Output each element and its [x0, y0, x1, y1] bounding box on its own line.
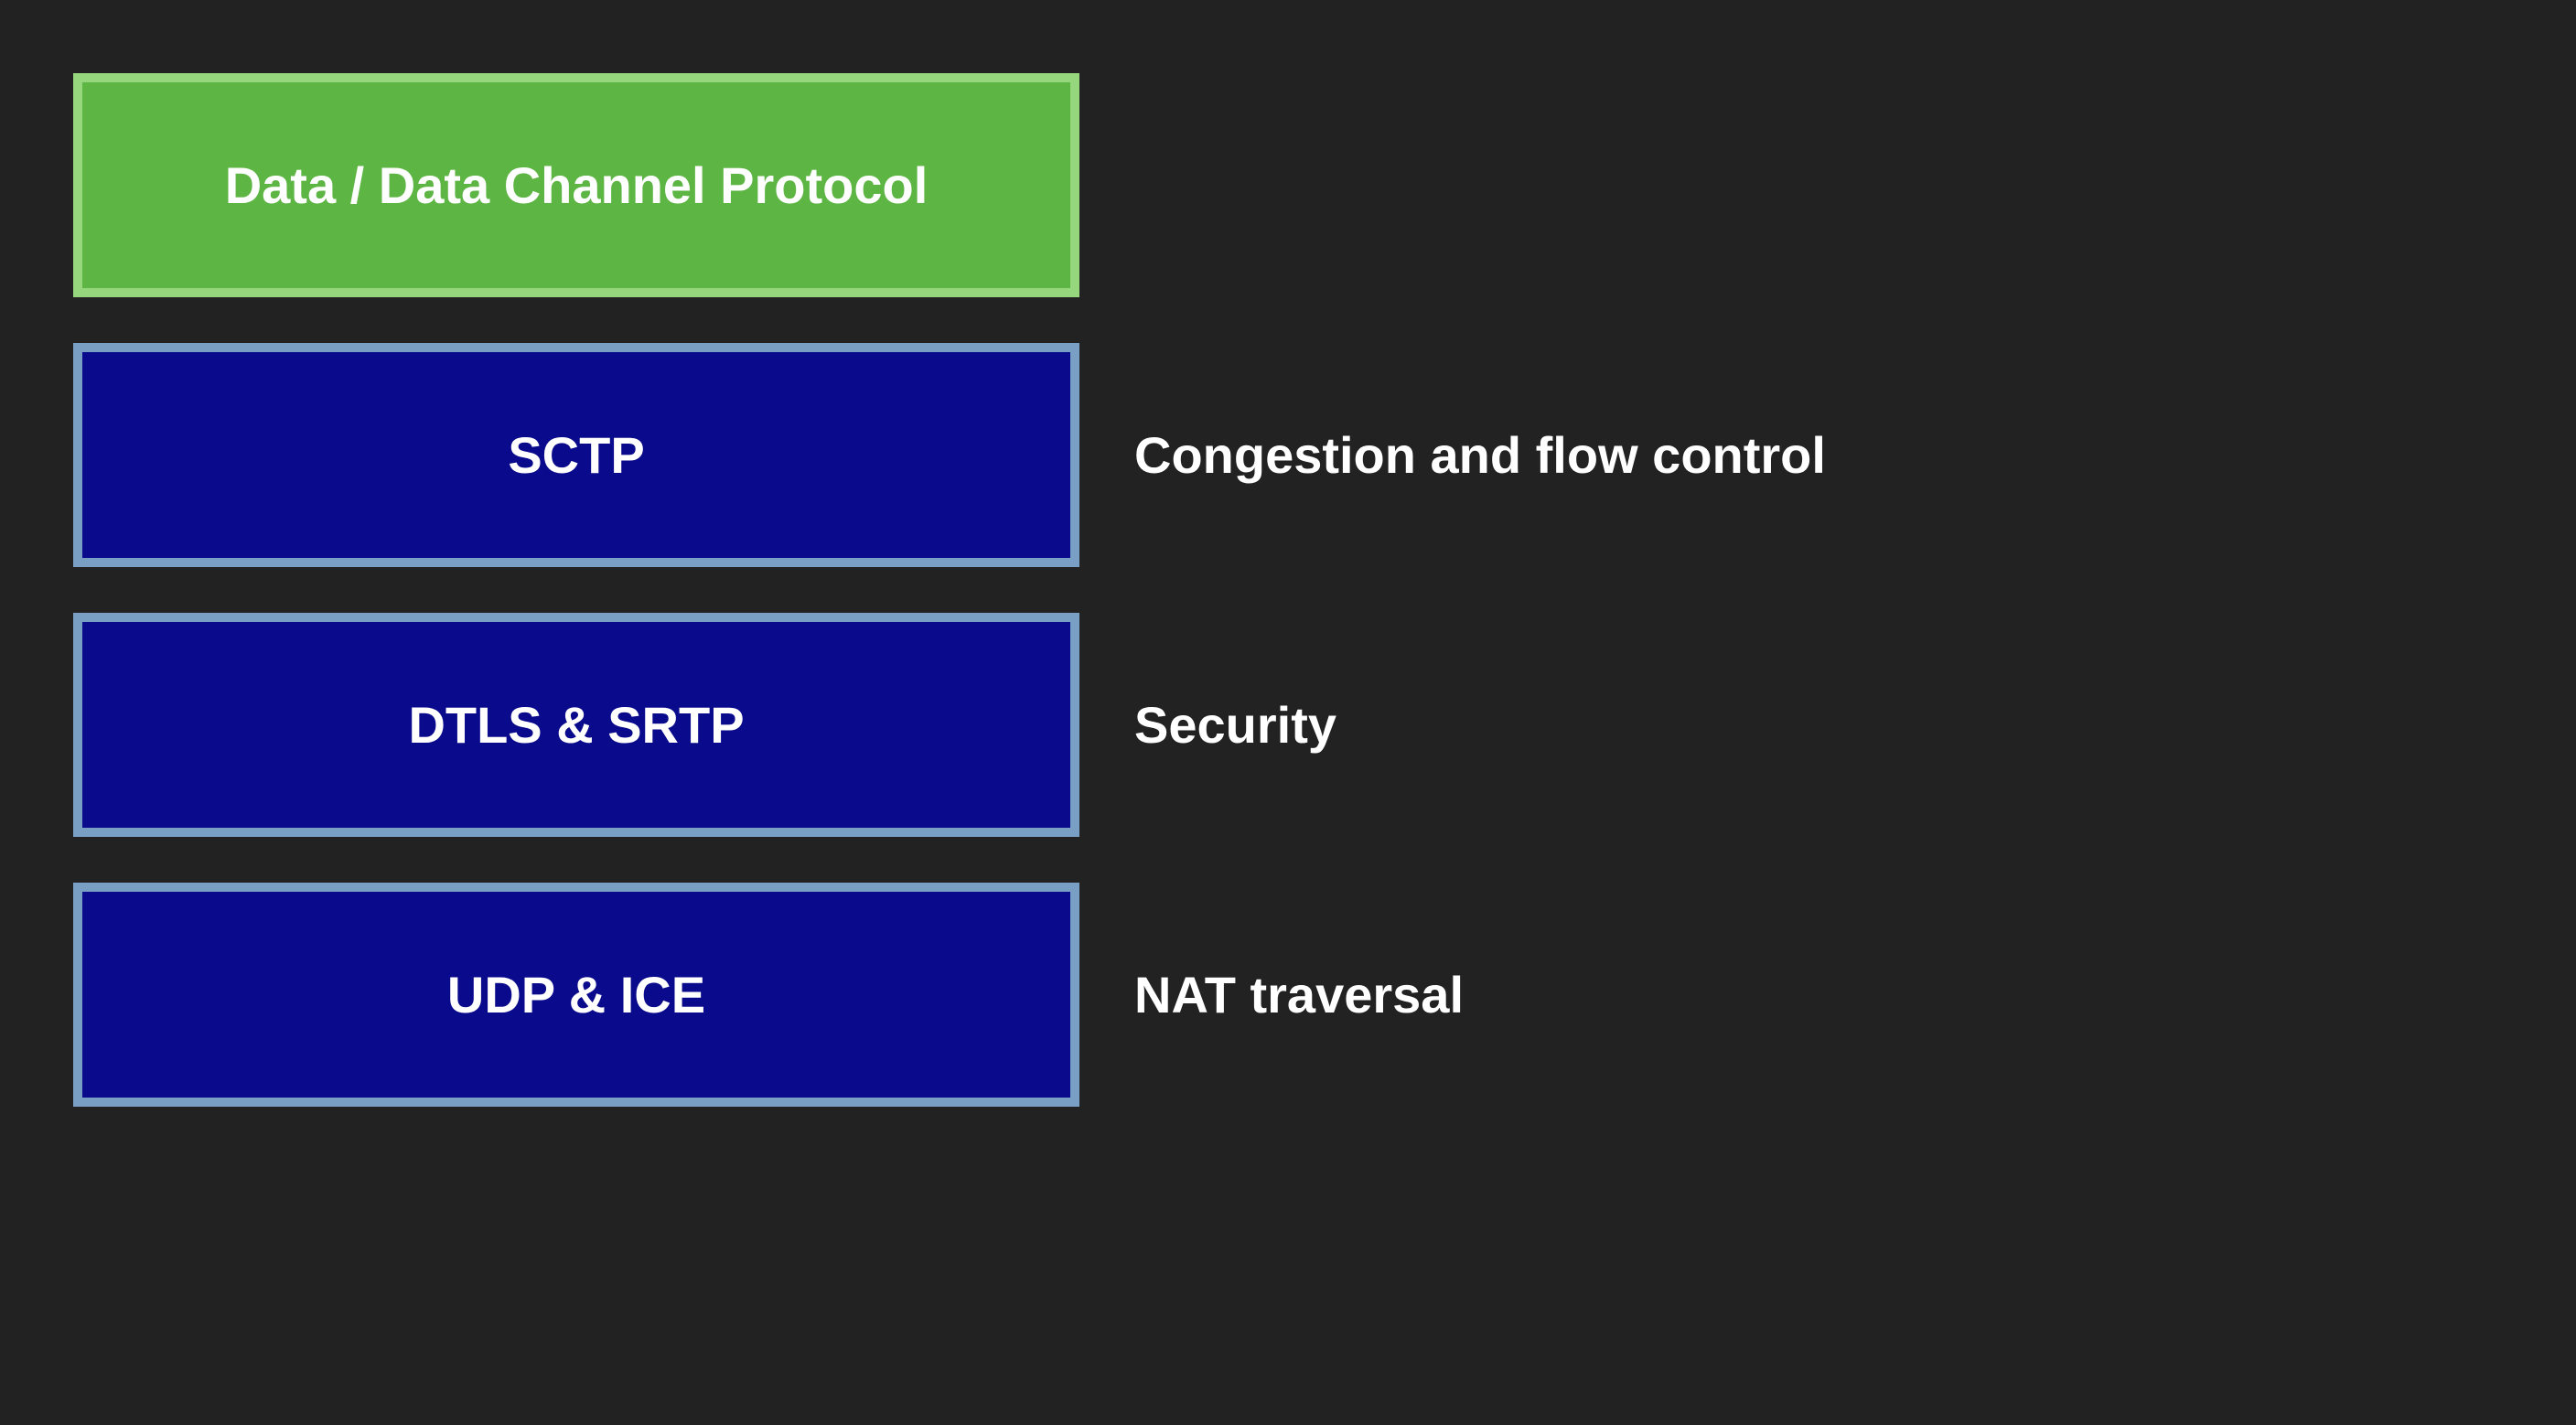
layer-label: SCTP — [508, 425, 644, 485]
layer-description: Congestion and flow control — [1134, 425, 1826, 485]
layer-label: UDP & ICE — [447, 965, 705, 1024]
layer-description: NAT traversal — [1134, 965, 1464, 1024]
stack-row: DTLS & SRTP Security — [73, 613, 2503, 837]
stack-row: Data / Data Channel Protocol — [73, 73, 2503, 297]
stack-row: SCTP Congestion and flow control — [73, 343, 2503, 567]
stack-row: UDP & ICE NAT traversal — [73, 883, 2503, 1107]
layer-udp-ice: UDP & ICE — [73, 883, 1079, 1107]
layer-dtls-srtp: DTLS & SRTP — [73, 613, 1079, 837]
layer-data-channel: Data / Data Channel Protocol — [73, 73, 1079, 297]
layer-label: Data / Data Channel Protocol — [225, 155, 928, 215]
layer-sctp: SCTP — [73, 343, 1079, 567]
layer-label: DTLS & SRTP — [408, 695, 744, 755]
layer-description: Security — [1134, 695, 1336, 755]
protocol-stack-diagram: Data / Data Channel Protocol SCTP Conges… — [73, 73, 2503, 1107]
